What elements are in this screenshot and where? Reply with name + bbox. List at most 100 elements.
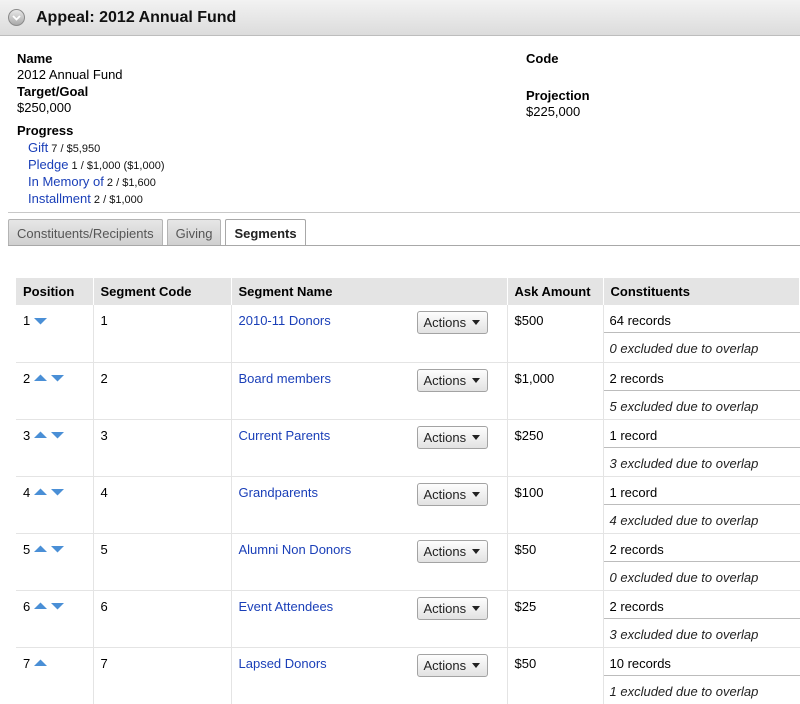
constituent-records: 2 records [603, 363, 800, 391]
actions-dropdown-button[interactable]: Actions [416, 311, 488, 334]
code-value [526, 67, 786, 86]
progress-label: Progress [17, 123, 74, 138]
tab-segments[interactable]: Segments [225, 219, 306, 247]
segment-name-header: Segment Name [231, 278, 508, 305]
position-number: 5 [23, 541, 31, 557]
actions-label: Actions [423, 315, 467, 330]
segment-name-cell: Board members Actions [231, 362, 508, 420]
actions-dropdown-button[interactable]: Actions [416, 653, 488, 677]
segment-name-cell: Current Parents Actions [231, 419, 508, 477]
segment-name-cell: Grandparents Actions [231, 476, 508, 534]
segment-code-cell: 2 [93, 362, 232, 420]
segment-code: 6 [100, 598, 108, 614]
move-down-arrow-icon[interactable] [34, 317, 48, 325]
constituents-cell: 2 records 3 excluded due to overlap [603, 590, 800, 648]
position-number: 4 [23, 484, 31, 500]
ask-amount: $250 [514, 427, 544, 443]
caret-down-icon [472, 605, 481, 611]
segment-code-cell: 3 [93, 419, 232, 477]
ask-amount: $25 [514, 598, 537, 614]
table-row: 5 5 Alumni Non Donors Actions $50 2 records 0 … [16, 533, 800, 591]
move-down-arrow-icon[interactable] [51, 374, 65, 382]
progress-type-link[interactable]: In Memory of [28, 174, 104, 189]
ask-amount: $100 [514, 484, 544, 500]
actions-dropdown-button[interactable]: Actions [416, 596, 488, 620]
tab-constituents-recipients[interactable]: Constituents/Recipients [8, 219, 163, 246]
caret-down-icon [472, 491, 481, 497]
appeal-details: Name 2012 Annual Fund Target/Goal $250,0… [0, 36, 800, 212]
ask-amount-cell: $500 [507, 305, 604, 363]
progress-list: Gift 7 / $5,950 Pledge 1 / $1,000 ($1,000… [28, 140, 467, 208]
excluded-overlap-note: 1 excluded due to overlap [609, 683, 759, 699]
segment-code: 5 [100, 541, 108, 557]
segments-panel: Position Segment Code Segment Name Ask A… [8, 246, 800, 704]
progress-value: 2 / $1,600 [103, 177, 156, 189]
caret-down-icon [472, 548, 481, 554]
segment-name-cell: Lapsed Donors Actions [231, 647, 508, 704]
move-up-arrow-icon[interactable] [34, 602, 48, 610]
constituents-cell: 10 records 1 excluded due to overlap [603, 647, 800, 704]
position-number: 2 [23, 370, 31, 386]
position-cell: 4 [16, 476, 94, 534]
caret-down-icon [472, 662, 481, 668]
move-down-arrow-icon[interactable] [51, 488, 65, 496]
name-label: Name [17, 51, 53, 66]
move-up-arrow-icon[interactable] [34, 374, 48, 382]
collapse-chevron-icon[interactable] [8, 9, 25, 26]
segment-name-cell: 2010-11 Donors Actions [231, 305, 508, 363]
move-down-arrow-icon[interactable] [51, 431, 65, 439]
constituent-records: 64 records [603, 305, 800, 333]
move-down-arrow-icon[interactable] [51, 545, 65, 553]
segment-name-cell: Event Attendees Actions [231, 590, 508, 648]
target-label: Target/Goal [17, 84, 89, 99]
appeal-title-bar: Appeal: 2012 Annual Fund [0, 0, 800, 36]
move-down-arrow-icon[interactable] [51, 602, 65, 610]
table-header-row: Position Segment Code Segment Name Ask A… [16, 278, 800, 305]
move-up-arrow-icon[interactable] [34, 659, 48, 667]
caret-down-icon [472, 377, 481, 383]
ask-amount: $50 [514, 541, 537, 557]
tab-bar: Constituents/Recipients Giving Segments [8, 219, 310, 247]
ask-amount-cell: $25 [507, 590, 604, 648]
position-number: 1 [23, 313, 31, 328]
tab-giving[interactable]: Giving [166, 219, 222, 246]
progress-value: 2 / $1,000 [90, 194, 143, 206]
position-cell: 7 [16, 647, 94, 704]
ask-amount-cell: $50 [507, 533, 604, 591]
constituents-cell: 2 records 5 excluded due to overlap [603, 362, 800, 420]
segment-code: 3 [100, 427, 108, 443]
excluded-overlap-note: 3 excluded due to overlap [609, 455, 759, 471]
segment-code: 1 [100, 313, 108, 328]
actions-dropdown-button[interactable]: Actions [416, 482, 488, 506]
actions-label: Actions [423, 657, 467, 673]
actions-dropdown-button[interactable]: Actions [416, 539, 488, 563]
actions-dropdown-button[interactable]: Actions [416, 368, 488, 392]
constituent-records: 2 records [603, 591, 800, 619]
details-left-column: Name 2012 Annual Fund Target/Goal $250,0… [17, 51, 467, 208]
projection-label: Projection [526, 88, 590, 103]
constituent-records: 1 record [603, 477, 800, 505]
segment-code-cell: 5 [93, 533, 232, 591]
progress-value: 7 / $5,950 [48, 143, 101, 155]
move-up-arrow-icon[interactable] [34, 488, 48, 496]
table-row: 4 4 Grandparents Actions $100 1 record 4 exclu… [16, 476, 800, 534]
position-cell: 2 [16, 362, 94, 420]
table-row: 7 7 Lapsed Donors Actions $50 10 records 1 exc… [16, 647, 800, 704]
segment-code: 4 [100, 484, 108, 500]
progress-type-link[interactable]: Pledge [28, 157, 68, 172]
details-right-column: Code Projection $225,000 [526, 51, 786, 121]
constituents-header: Constituents [603, 278, 800, 305]
move-up-arrow-icon[interactable] [34, 545, 48, 553]
position-cell: 3 [16, 419, 94, 477]
excluded-overlap-note: 0 excluded due to overlap [609, 341, 759, 356]
segment-code-cell: 7 [93, 647, 232, 704]
move-up-arrow-icon[interactable] [34, 431, 48, 439]
position-number: 6 [23, 598, 31, 614]
progress-type-link[interactable]: Gift [28, 140, 48, 155]
actions-dropdown-button[interactable]: Actions [416, 425, 488, 449]
progress-type-link[interactable]: Installment [28, 191, 91, 206]
progress-value: 1 / $1,000 ($1,000) [68, 160, 165, 172]
constituent-records: 10 records [603, 648, 800, 676]
segment-code-cell: 6 [93, 590, 232, 648]
segment-name-cell: Alumni Non Donors Actions [231, 533, 508, 591]
